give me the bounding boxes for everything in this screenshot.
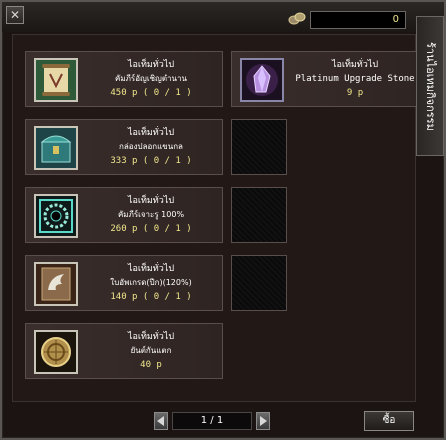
wing-scroll-icon (34, 262, 78, 306)
scroll-icon (34, 58, 78, 102)
pagination: 1 / 1 (154, 412, 270, 430)
coin-icon (288, 12, 306, 25)
item-price: 9 p (346, 88, 364, 98)
titlebar: ✕ 0 (2, 2, 444, 32)
shop-item[interactable]: ไอเท็มทั่วไป คัมภีร์เจาะรู 100% 260 p ( … (25, 187, 223, 243)
shop-item[interactable]: ไอเท็มทั่วไป คัมภีร์อัญเชิญตำนาน 450 p (… (25, 51, 223, 107)
item-name: คัมภีร์อัญเชิญตำนาน (115, 74, 187, 83)
item-category: ไอเท็มทั่วไป (127, 196, 175, 206)
item-name: กล่องปลอกแขนกล (119, 142, 183, 151)
tab-event-item-shop[interactable]: ร้านไอเทมกิจกรรม (416, 16, 444, 156)
chest-icon (34, 126, 78, 170)
buy-button[interactable]: ซื้อ (364, 411, 414, 431)
prev-page-button[interactable] (154, 412, 168, 430)
item-price: 450 p ( 0 / 1 ) (110, 88, 192, 98)
item-list-panel: ไอเท็มทั่วไป คัมภีร์อัญเชิญตำนาน 450 p (… (12, 34, 425, 402)
shop-item[interactable]: ไอเท็มทั่วไป Platinum Upgrade Stone 9 p (231, 51, 425, 107)
crystal-icon (240, 58, 284, 102)
item-price: 333 p ( 0 / 1 ) (110, 156, 192, 166)
item-category: ไอเท็มทั่วไป (127, 128, 175, 138)
item-price: 260 p ( 0 / 1 ) (110, 224, 192, 234)
close-icon: ✕ (9, 8, 21, 22)
shop-item[interactable]: ไอเท็มทั่วไป ยันต์กันแตก 40 p (25, 323, 223, 379)
item-category: ไอเท็มทั่วไป (127, 264, 175, 274)
item-name: ใบอัพเกรด(ปีก)(120%) (110, 278, 192, 287)
arrow-right-icon (260, 416, 267, 426)
next-page-button[interactable] (256, 412, 270, 430)
empty-slot (231, 187, 287, 243)
item-name: คัมภีร์เจาะรู 100% (117, 210, 185, 219)
talisman-icon (34, 330, 78, 374)
side-tab-label: ร้านไอเทมกิจกรรม (424, 41, 437, 131)
item-category: ไอเท็มทั่วไป (127, 332, 175, 342)
page-indicator: 1 / 1 (172, 412, 252, 430)
item-name: ยันต์กันแตก (130, 346, 172, 355)
item-name: Platinum Upgrade Stone (295, 74, 415, 84)
shop-item[interactable]: ไอเท็มทั่วไป กล่องปลอกแขนกล 333 p ( 0 / … (25, 119, 223, 175)
socket-icon (34, 194, 78, 238)
close-button[interactable]: ✕ (6, 6, 24, 24)
empty-slot (231, 119, 287, 175)
item-category: ไอเท็มทั่วไป (127, 60, 175, 70)
item-price: 140 p ( 0 / 1 ) (110, 292, 192, 302)
currency-amount: 0 (310, 11, 406, 29)
arrow-left-icon (157, 416, 164, 426)
empty-slot (231, 255, 287, 311)
item-price: 40 p (140, 360, 162, 370)
item-category: ไอเท็มทั่วไป (331, 60, 379, 70)
shop-item[interactable]: ไอเท็มทั่วไป ใบอัพเกรด(ปีก)(120%) 140 p … (25, 255, 223, 311)
event-shop-window: ✕ 0 ไอเท็มทั่วไป คัมภีร์อัญเชิญตำนาน 450… (0, 0, 446, 440)
